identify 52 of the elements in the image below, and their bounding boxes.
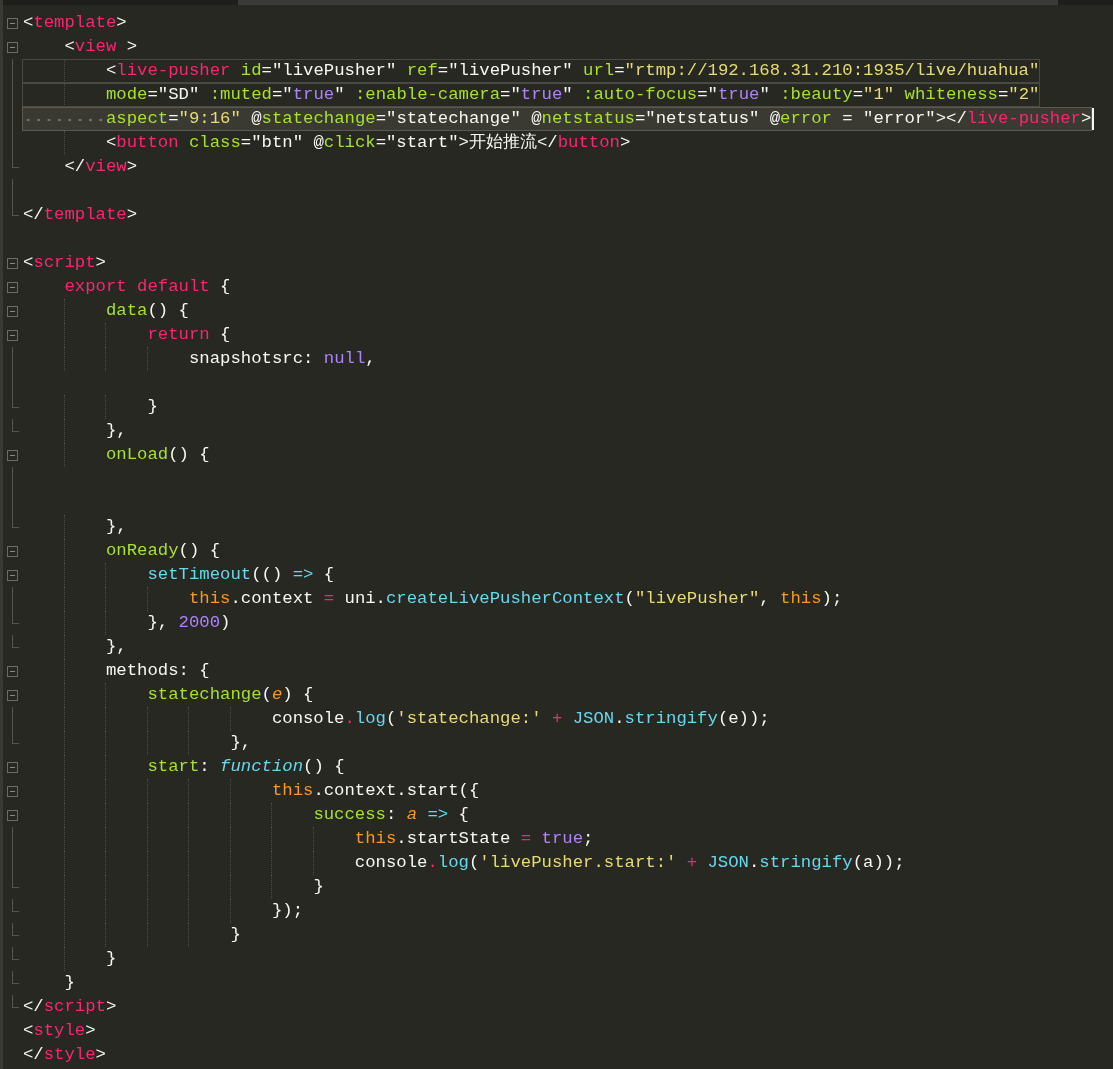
code-line: </style> xyxy=(22,1044,107,1066)
fold-toggle-icon[interactable] xyxy=(7,305,18,317)
code-line: <template> xyxy=(22,12,128,34)
fold-toggle-icon[interactable] xyxy=(7,761,18,773)
fold-toggle-icon[interactable] xyxy=(7,257,18,269)
code-line: </script> xyxy=(22,996,118,1018)
code-line: onLoad() { xyxy=(104,444,211,466)
code-line: this.context = uni.createLivePusherContext("livePusher", this); xyxy=(187,588,844,610)
fold-toggle-icon[interactable] xyxy=(7,41,18,53)
code-line: <view > xyxy=(63,36,139,58)
code-line: methods: { xyxy=(104,660,211,682)
code-line: }, xyxy=(104,636,128,658)
code-line: <script> xyxy=(22,252,107,274)
code-line: setTimeout(() => { xyxy=(146,564,336,586)
code-line: data() { xyxy=(104,300,190,322)
code-line: <button class="btn" @click="start">开始推流</button> xyxy=(104,131,632,154)
code-line: } xyxy=(63,972,76,994)
code-line: }, xyxy=(104,516,128,538)
code-line: }); xyxy=(270,900,304,922)
code-line: start: function() { xyxy=(146,756,346,778)
fold-toggle-icon[interactable] xyxy=(7,809,18,821)
code-line: </template> xyxy=(22,204,139,226)
code-line: this.startState = true; xyxy=(353,828,595,850)
fold-toggle-icon[interactable] xyxy=(7,17,18,29)
fold-toggle-icon[interactable] xyxy=(7,665,18,677)
code-line: } xyxy=(229,924,242,946)
code-line: <style> xyxy=(22,1020,97,1042)
fold-toggle-icon[interactable] xyxy=(7,545,18,557)
text-cursor xyxy=(1092,108,1095,130)
code-line: onReady() { xyxy=(104,540,222,562)
code-line: } xyxy=(104,948,118,970)
code-line: statechange(e) { xyxy=(146,684,315,706)
fold-toggle-icon[interactable] xyxy=(7,449,18,461)
code-line: export default { xyxy=(63,276,232,298)
code-line: } xyxy=(312,876,325,898)
fold-toggle-icon[interactable] xyxy=(7,689,18,701)
code-line: console.log('livePusher.start:' + JSON.stringify(a)); xyxy=(353,852,906,874)
fold-toggle-icon[interactable] xyxy=(7,329,18,341)
code-line: success: a => { xyxy=(312,804,470,826)
code-line: return { xyxy=(146,324,232,346)
code-line: </view> xyxy=(63,156,139,178)
scrollbar-thumb[interactable] xyxy=(238,0,1058,5)
fold-toggle-icon[interactable] xyxy=(7,281,18,293)
fold-toggle-icon[interactable] xyxy=(7,785,18,797)
code-line: }, 2000) xyxy=(146,612,232,634)
code-line: }, xyxy=(229,732,253,754)
code-line: snapshotsrc: null, xyxy=(187,348,377,370)
code-line: this.context.start({ xyxy=(270,780,481,802)
code-line: }, xyxy=(104,420,128,442)
fold-toggle-icon[interactable] xyxy=(7,569,18,581)
code-line: console.log('statechange:' + JSON.stringify(e)); xyxy=(270,708,771,730)
code-line: } xyxy=(146,396,159,418)
